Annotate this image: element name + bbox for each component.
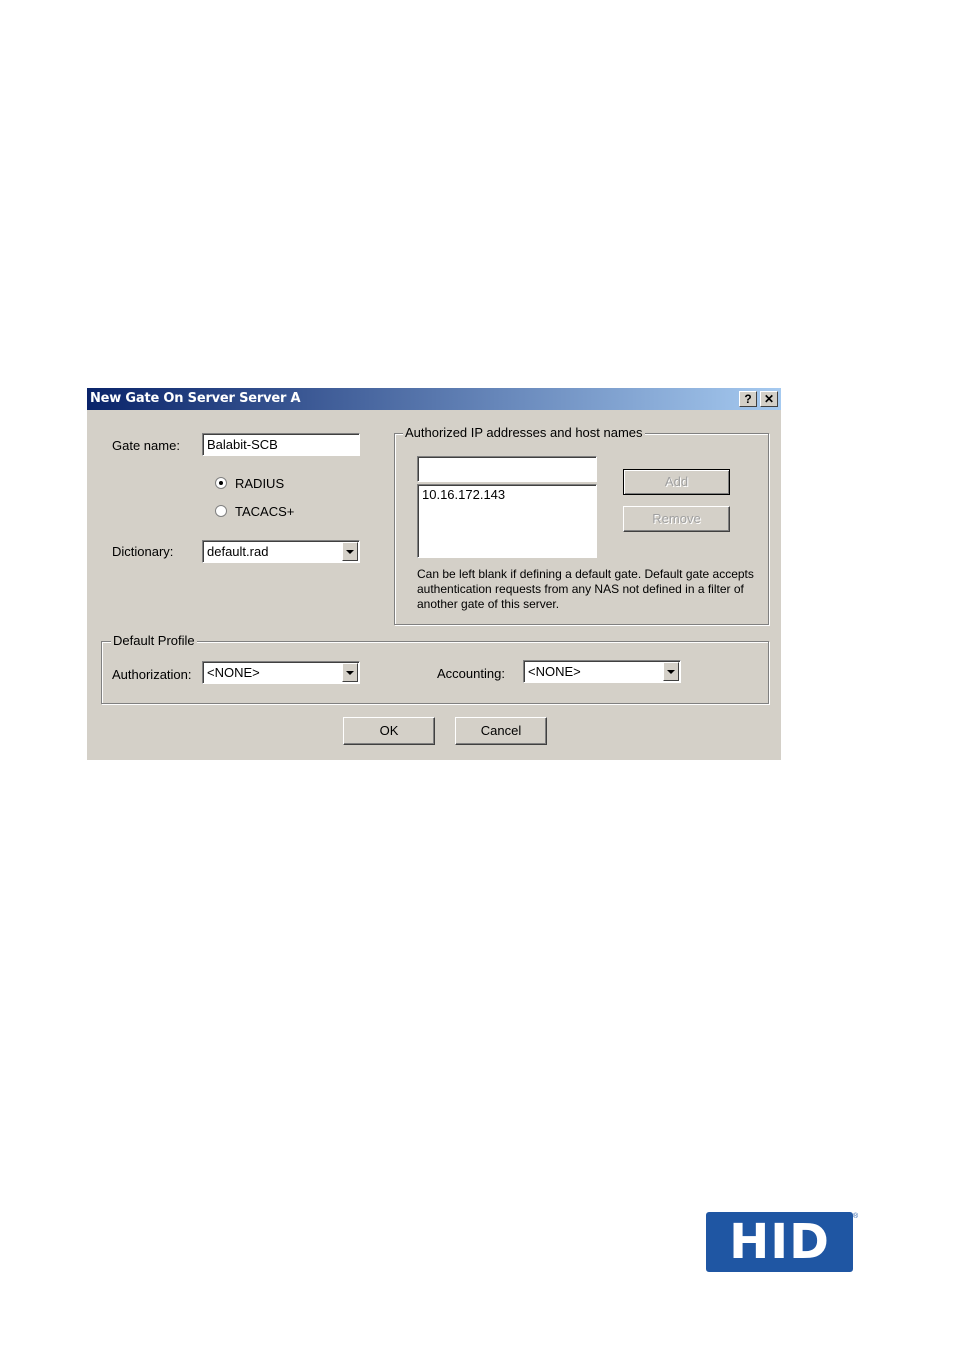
close-button[interactable]: ✕ xyxy=(760,391,778,407)
list-item[interactable]: 10.16.172.143 xyxy=(422,487,592,502)
authorization-select[interactable]: <NONE> xyxy=(202,661,360,684)
authorized-hosts-list[interactable]: 10.16.172.143 xyxy=(417,484,597,558)
add-button[interactable]: Add xyxy=(623,469,730,495)
radius-radio[interactable] xyxy=(215,477,227,489)
authorized-group-title: Authorized IP addresses and host names xyxy=(403,425,645,440)
cancel-button[interactable]: Cancel xyxy=(455,717,547,745)
title-bar[interactable]: New Gate On Server Server A ? ✕ xyxy=(87,388,781,410)
chevron-down-icon[interactable] xyxy=(663,662,679,681)
authorized-host-input[interactable] xyxy=(417,456,597,482)
tacacs-radio[interactable] xyxy=(215,505,227,517)
dialog-title: New Gate On Server Server A xyxy=(90,391,301,406)
tacacs-label: TACACS+ xyxy=(235,504,295,519)
authorized-help-text: Can be left blank if defining a default … xyxy=(417,567,754,611)
hid-logo: HID xyxy=(706,1212,853,1272)
accounting-select[interactable]: <NONE> xyxy=(523,660,681,683)
gate-name-input[interactable]: Balabit-SCB xyxy=(202,433,360,456)
ok-button[interactable]: OK xyxy=(343,717,435,745)
chevron-down-icon[interactable] xyxy=(342,542,358,561)
registered-mark: ® xyxy=(853,1213,859,1220)
accounting-value: <NONE> xyxy=(528,664,581,679)
dictionary-select[interactable]: default.rad xyxy=(202,540,360,563)
radius-label: RADIUS xyxy=(235,476,285,491)
chevron-down-icon[interactable] xyxy=(342,663,358,682)
gate-name-label: Gate name: xyxy=(112,438,180,453)
new-gate-dialog: New Gate On Server Server A ? ✕ Gate nam… xyxy=(87,388,781,760)
authorization-value: <NONE> xyxy=(207,665,260,680)
dictionary-value: default.rad xyxy=(207,544,269,559)
remove-button[interactable]: Remove xyxy=(623,506,730,532)
help-button[interactable]: ? xyxy=(739,391,757,407)
accounting-label: Accounting: xyxy=(437,666,505,681)
default-profile-title: Default Profile xyxy=(111,633,197,648)
authorization-label: Authorization: xyxy=(112,667,192,682)
dictionary-label: Dictionary: xyxy=(112,544,174,559)
